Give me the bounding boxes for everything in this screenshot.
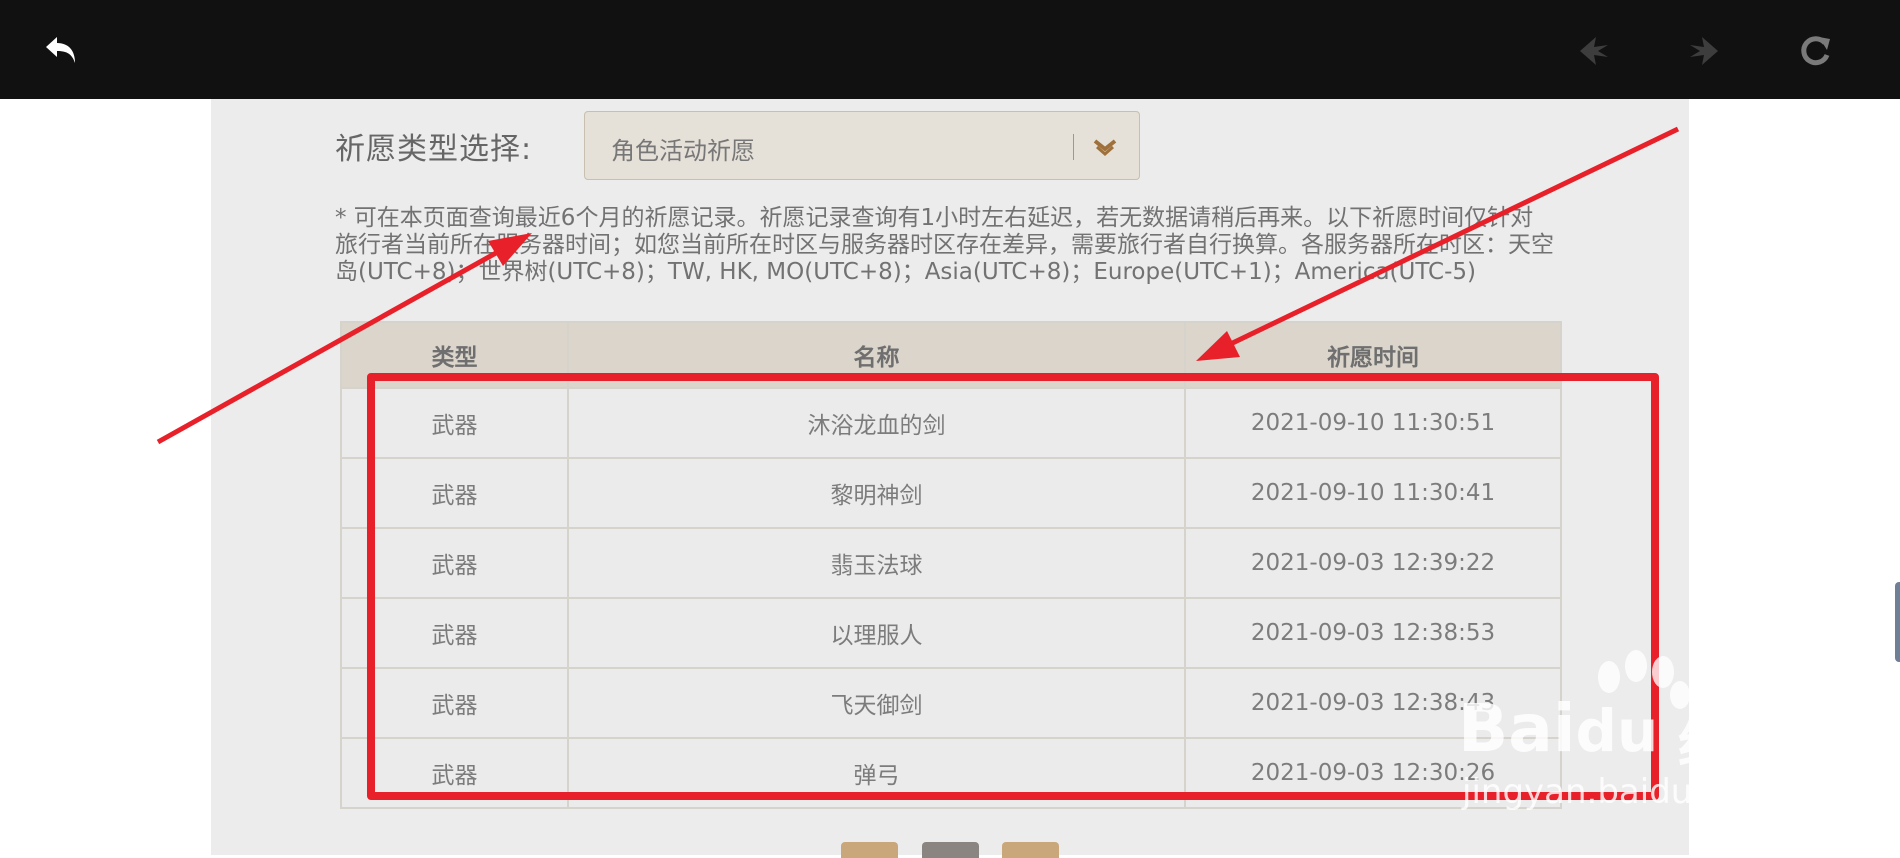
notice-text: * 可在本页面查询最近6个月的祈愿记录。祈愿记录查询有1小时左右延迟，若无数据请… <box>335 205 1554 285</box>
back-arrow-icon <box>46 37 75 63</box>
nav-prev-icon <box>1580 37 1608 65</box>
header-name: 名称 <box>567 321 1186 389</box>
pager-prev-button[interactable] <box>841 842 898 858</box>
cell-type: 武器 <box>340 457 569 529</box>
table-row: 武器 弹弓 2021-09-03 12:30:26 <box>340 737 1562 809</box>
table-row: 武器 飞天御剑 2021-09-03 12:38:43 <box>340 667 1562 739</box>
header-type: 类型 <box>340 321 569 389</box>
watermark-brand: Baidu <box>1458 690 1659 767</box>
nav-next-button[interactable] <box>1679 26 1729 76</box>
cell-time: 2021-09-03 12:38:53 <box>1184 597 1562 669</box>
nav-next-icon <box>1690 37 1718 65</box>
cell-name: 翡玉法球 <box>567 527 1186 599</box>
cell-name: 弹弓 <box>567 737 1186 809</box>
cell-type: 武器 <box>340 387 569 459</box>
wish-history-table: 类型 名称 祈愿时间 武器 沐浴龙血的剑 2021-09-10 11:30:51… <box>340 321 1562 809</box>
cell-type: 武器 <box>340 597 569 669</box>
cell-name: 黎明神剑 <box>567 457 1186 529</box>
wish-type-label: 祈愿类型选择: <box>335 132 533 167</box>
nav-prev-button[interactable] <box>1569 26 1619 76</box>
table-header-row: 类型 名称 祈愿时间 <box>340 321 1562 389</box>
chevron-down-icon <box>1090 132 1120 162</box>
pager-next-button[interactable] <box>1002 842 1059 858</box>
table-row: 武器 黎明神剑 2021-09-10 11:30:41 <box>340 457 1562 529</box>
cell-type: 武器 <box>340 667 569 739</box>
cell-time: 2021-09-03 12:39:22 <box>1184 527 1562 599</box>
refresh-icon <box>1801 36 1830 66</box>
wish-type-select[interactable]: 角色活动祈愿 <box>584 111 1140 180</box>
cell-time: 2021-09-10 11:30:41 <box>1184 457 1562 529</box>
cell-type: 武器 <box>340 527 569 599</box>
select-divider <box>1073 134 1074 160</box>
table-row: 武器 以理服人 2021-09-03 12:38:53 <box>340 597 1562 669</box>
top-toolbar <box>0 0 1900 99</box>
refresh-button[interactable] <box>1790 26 1840 76</box>
table-row: 武器 翡玉法球 2021-09-03 12:39:22 <box>340 527 1562 599</box>
pager-current-button[interactable] <box>922 842 979 858</box>
watermark-cn: 经验 <box>1678 713 1786 776</box>
wish-type-selected-value: 角色活动祈愿 <box>611 137 755 165</box>
cell-type: 武器 <box>340 737 569 809</box>
watermark-url: jingyan.baidu.com <box>1462 772 1776 812</box>
cell-name: 以理服人 <box>567 597 1186 669</box>
cell-time: 2021-09-10 11:30:51 <box>1184 387 1562 459</box>
side-tab[interactable] <box>1895 582 1900 662</box>
cell-name: 飞天御剑 <box>567 667 1186 739</box>
table-row: 武器 沐浴龙血的剑 2021-09-10 11:30:51 <box>340 387 1562 459</box>
header-time: 祈愿时间 <box>1184 321 1562 389</box>
back-button[interactable] <box>38 26 88 76</box>
cell-name: 沐浴龙血的剑 <box>567 387 1186 459</box>
